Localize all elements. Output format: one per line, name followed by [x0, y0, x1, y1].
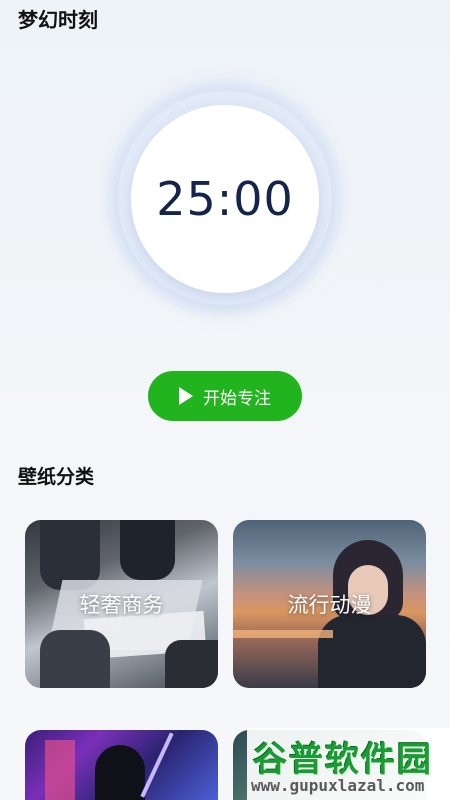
watermark-brand: 谷普软件园	[253, 740, 433, 780]
timer-circle: 25:00	[131, 105, 319, 293]
start-focus-label: 开始专注	[203, 388, 271, 409]
category-card-anime[interactable]: 流行动漫	[233, 520, 426, 688]
wallpaper-section-title: 壁纸分类	[18, 466, 95, 488]
start-focus-button[interactable]: 开始专注	[148, 371, 302, 421]
category-card-3[interactable]	[25, 730, 218, 800]
play-icon	[179, 387, 193, 405]
card-image-3	[25, 730, 218, 800]
category-label-anime: 流行动漫	[287, 593, 372, 617]
watermark-logo: 谷普软件园 www.gupuxlazal.com	[247, 728, 450, 800]
watermark-url: www.gupuxlazal.com	[251, 776, 425, 795]
app-title: 梦幻时刻	[18, 8, 98, 32]
timer-display: 25:00	[156, 172, 294, 226]
category-card-business[interactable]: 轻奢商务	[25, 520, 218, 688]
category-label-business: 轻奢商务	[79, 593, 164, 617]
